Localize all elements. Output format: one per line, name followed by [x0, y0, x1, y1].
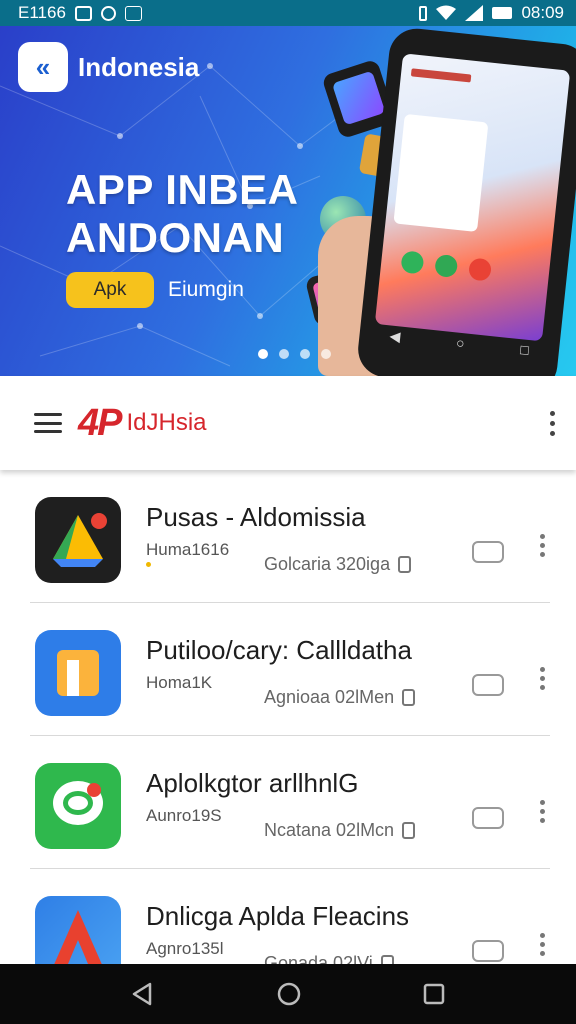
promo-banner[interactable]: « Indonesia APP INBEA ANDONAN Apk Eiumgi…	[0, 26, 576, 376]
app-subtitle: Huma1616	[146, 540, 230, 559]
install-icon[interactable]	[472, 541, 504, 563]
app-meta: Agnioaa 02lMen	[264, 687, 416, 708]
item-menu-icon[interactable]	[540, 534, 545, 557]
app-title: Pusas - Aldomissia	[146, 502, 366, 532]
banner-link[interactable]: Eiumgin	[168, 278, 244, 302]
size-icon	[402, 689, 416, 706]
banner-brand: Indonesia	[78, 52, 200, 82]
app-meta-text: Ncatana 02lMcn	[264, 820, 395, 840]
hamburger-menu-icon[interactable]	[34, 413, 62, 433]
notification-box-icon	[74, 5, 92, 21]
system-nav-bar	[0, 964, 576, 1024]
apk-button[interactable]: Apk	[66, 272, 154, 308]
status-bar: E1166 08:09	[0, 0, 576, 26]
app-title: Dnlicga Aplda Fleacins	[146, 901, 410, 931]
phone-screen	[374, 53, 571, 342]
vibrate-icon	[419, 5, 428, 21]
app-meta-text: Golcaria 320iga	[264, 554, 391, 574]
item-menu-icon[interactable]	[540, 800, 545, 823]
app-subtitle: Aunro19S	[146, 806, 222, 825]
battery-icon	[492, 7, 513, 19]
pagination-dot[interactable]	[321, 349, 331, 359]
list-item[interactable]: Aplolkgtor arllhnlG Aunro19S Ncatana 02l…	[30, 736, 550, 869]
orange-square-icon	[35, 630, 121, 716]
item-menu-icon[interactable]	[540, 667, 545, 690]
overflow-menu-icon[interactable]	[548, 410, 556, 436]
recents-icon[interactable]	[422, 982, 446, 1006]
size-icon	[402, 822, 416, 839]
toolbar-logo: 4P	[78, 401, 123, 444]
app-subtitle: Homa1K	[146, 673, 213, 692]
app-toolbar: 4P IdJHsia	[0, 376, 576, 470]
back-icon[interactable]	[130, 981, 156, 1007]
phone-illustration: ◀ ○ □	[355, 26, 576, 376]
app-meta: Ncatana 02lMcn	[264, 820, 416, 841]
app-subtitle: Agnro135l	[146, 939, 224, 958]
drive-triangle-icon	[35, 497, 121, 583]
banner-pagination[interactable]	[258, 349, 331, 359]
item-menu-icon[interactable]	[540, 933, 545, 956]
app-list: Pusas - Aldomissia Huma1616 Golcaria 320…	[0, 470, 576, 1002]
home-icon[interactable]	[276, 981, 302, 1007]
chat-bubble-icon	[35, 763, 121, 849]
circle-app-icon	[100, 5, 116, 21]
signal-icon	[465, 5, 484, 21]
status-dot	[146, 562, 151, 567]
size-icon	[398, 556, 412, 573]
app-meta-text: Agnioaa 02lMen	[264, 687, 395, 707]
status-left: E1166	[18, 3, 142, 23]
app-title: Putiloo/cary: Callldatha	[146, 635, 412, 665]
install-icon[interactable]	[472, 807, 504, 829]
pagination-dot[interactable]	[300, 349, 310, 359]
hero-title-line1: APP INBEA	[66, 166, 299, 213]
install-icon[interactable]	[472, 674, 504, 696]
wifi-icon	[436, 5, 457, 20]
list-item[interactable]: Pusas - Aldomissia Huma1616 Golcaria 320…	[30, 470, 550, 603]
pagination-dot[interactable]	[279, 349, 289, 359]
list-item[interactable]: Putiloo/cary: Callldatha Homa1K Agnioaa …	[30, 603, 550, 736]
pagination-dot[interactable]	[258, 349, 268, 359]
status-right: 08:09	[419, 3, 564, 23]
back-logo-icon[interactable]: «	[18, 42, 68, 92]
app-meta: Golcaria 320iga	[264, 554, 412, 575]
status-time: 08:09	[521, 3, 564, 22]
install-icon[interactable]	[472, 940, 504, 962]
toolbar-title: IdJHsia	[126, 409, 207, 436]
app-title: Aplolkgtor arllhnlG	[146, 768, 359, 798]
status-left-text: E1166	[18, 3, 66, 22]
image-icon	[124, 5, 142, 21]
